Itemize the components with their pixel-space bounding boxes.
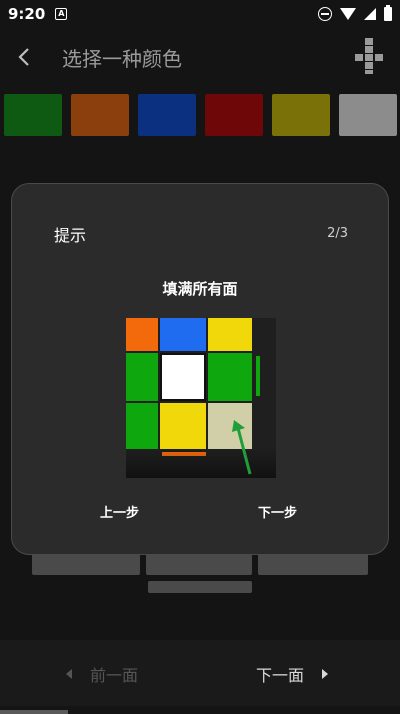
add-cube-icon[interactable]	[354, 38, 384, 74]
status-bar: 9:20 A	[0, 0, 400, 28]
back-arrow-icon[interactable]	[2, 35, 46, 79]
do-not-disturb-icon	[318, 7, 332, 21]
status-icons	[318, 5, 392, 21]
sticker-yellow	[160, 403, 206, 449]
chevron-right-icon	[322, 669, 329, 679]
bottom-edge-orange	[162, 452, 206, 456]
swatch-green[interactable]	[4, 94, 62, 136]
page-title: 选择一种颜色	[62, 46, 182, 71]
dialog-page-indicator: 2/3	[327, 226, 348, 241]
sticker-blue	[160, 318, 206, 351]
sticker-green	[126, 353, 158, 401]
arrow-pointer-icon	[232, 420, 252, 475]
previous-face-button[interactable]: 前一面	[66, 662, 138, 686]
notification-icon: A	[55, 8, 68, 20]
cube-face-illustration	[126, 318, 276, 478]
swatch-red[interactable]	[205, 94, 263, 136]
app-bar: 选择一种颜色	[0, 30, 400, 84]
face-button-right[interactable]	[258, 553, 368, 575]
next-step-button[interactable]: 下一步	[258, 502, 297, 521]
swatch-white[interactable]	[339, 94, 397, 136]
sticker-green	[208, 353, 252, 401]
previous-step-button[interactable]: 上一步	[100, 502, 139, 521]
side-edge-green	[256, 356, 260, 396]
sticker-yellow	[208, 318, 252, 351]
dialog-subtitle: 填满所有面	[162, 280, 238, 298]
sticker-white	[160, 353, 206, 401]
face-button-center[interactable]	[146, 553, 252, 575]
signal-icon	[364, 8, 376, 20]
wifi-icon	[340, 8, 356, 20]
swatch-orange[interactable]	[71, 94, 129, 136]
next-face-label: 下一面	[256, 666, 305, 685]
face-button-bottom[interactable]	[148, 581, 252, 593]
previous-face-label: 前一面	[90, 666, 139, 685]
bottom-nav: 前一面 下一面	[0, 640, 400, 706]
battery-icon	[384, 5, 392, 21]
sticker-green	[126, 403, 158, 449]
dialog-title: 提示	[54, 226, 87, 245]
scroll-indicator	[0, 710, 68, 714]
status-time: 9:20	[8, 5, 46, 23]
swatch-yellow[interactable]	[272, 94, 330, 136]
swatch-blue[interactable]	[138, 94, 196, 136]
sticker-orange	[126, 318, 158, 351]
color-swatches	[4, 94, 400, 136]
hint-dialog: 提示 2/3 填满所有面 上一步 下一步	[11, 183, 389, 555]
face-button-left[interactable]	[32, 553, 140, 575]
chevron-left-icon	[66, 669, 72, 679]
next-face-button[interactable]: 下一面	[256, 662, 329, 686]
